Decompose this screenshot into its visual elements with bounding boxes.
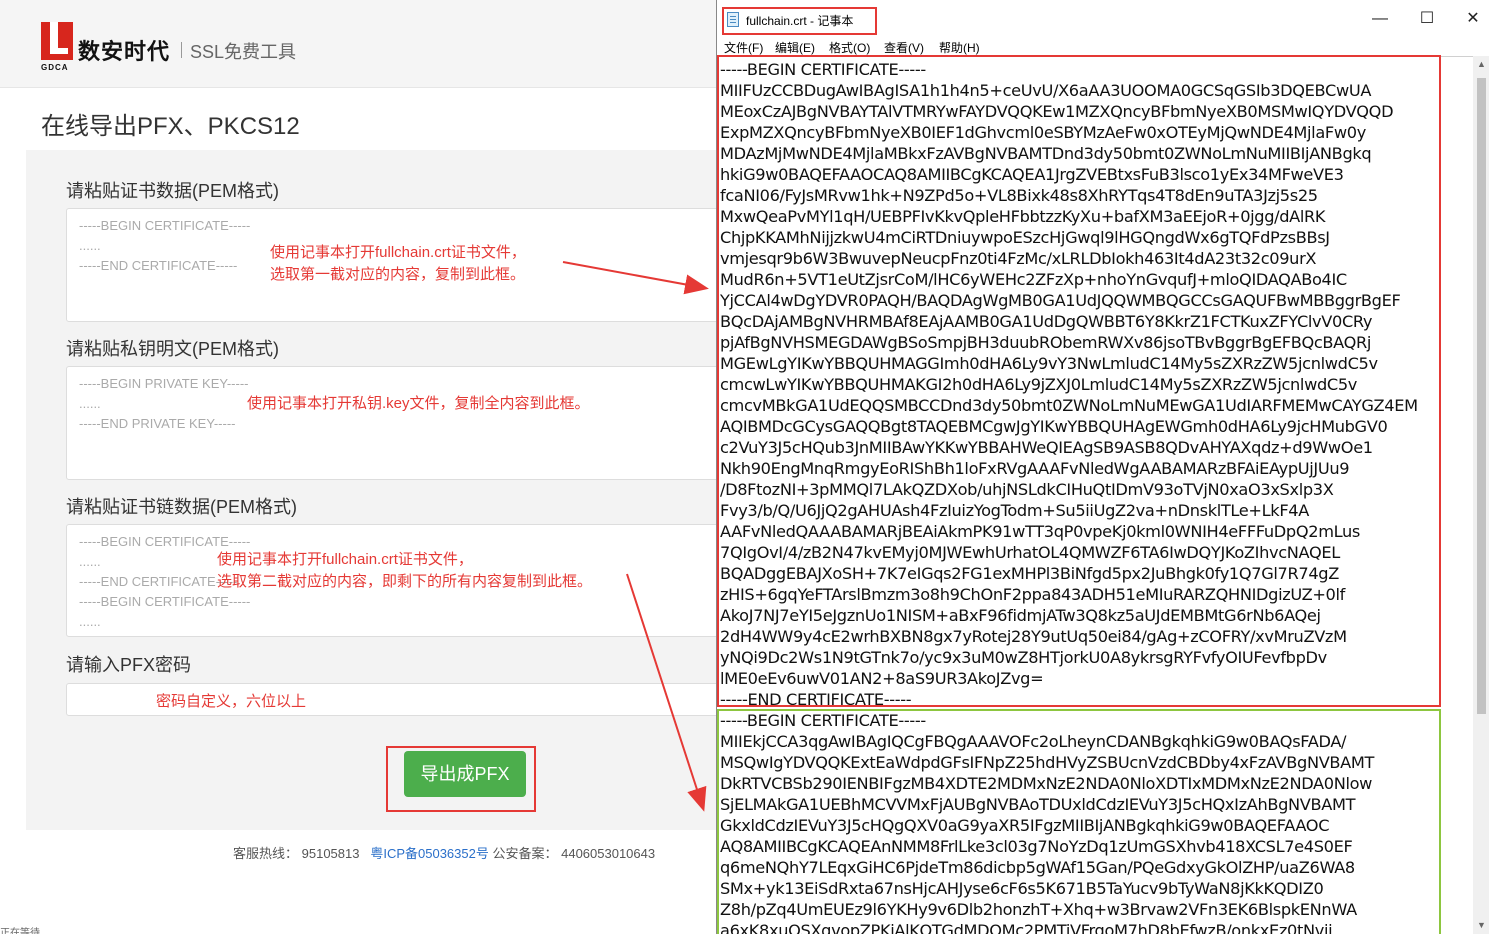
chain-placeholder-line: ...... [79,554,101,569]
chain-placeholder-line: -----BEGIN CERTIFICATE----- [79,594,251,609]
menu-edit[interactable]: 编辑(E) [775,39,815,56]
key-label: 请粘贴私钥明文(PEM格式) [66,339,279,359]
first-cert-highlight-frame [717,55,1441,707]
chain-label: 请粘贴证书链数据(PEM格式) [66,497,297,517]
chain-note-line: 选取第二截对应的内容，即剩下的所有内容复制到此框。 [217,573,593,590]
key-note: 使用记事本打开私钥.key文件，复制全内容到此框。 [247,395,590,412]
hotline-label: 客服热线： [233,846,299,861]
menu-file[interactable]: 文件(F) [724,39,763,56]
title-highlight-frame [722,7,877,35]
chain-note-line: 使用记事本打开fullchain.crt证书文件， [217,551,473,568]
key-placeholder-line: -----END PRIVATE KEY----- [79,416,236,431]
psb-label: 公安备案： [492,846,558,861]
export-pfx-button[interactable]: 导出成PFX [404,751,526,797]
cert-placeholder-line: -----BEGIN CERTIFICATE----- [79,218,251,233]
minimize-icon[interactable]: — [1365,8,1395,30]
scrollbar-thumb[interactable] [1477,78,1486,714]
chain-cert-highlight-frame [717,709,1441,934]
site-header: 数安时代 GDCA SSL免费工具 [0,0,720,88]
notepad-menubar: 文件(F) 编辑(E) 格式(O) 查看(V) 帮助(H) [717,36,1489,56]
chain-placeholder-line: -----END CERTIFICATE----- [79,574,238,589]
menu-format[interactable]: 格式(O) [829,39,870,56]
psb-number: 4406053010643 [561,846,656,861]
notepad-vertical-scrollbar[interactable]: ▲ ▼ [1473,56,1489,934]
page-title: 在线导出PFX、PKCS12 [41,113,300,140]
browser-status-text: 正在等待… [0,928,50,934]
hotline-number: 95105813 [301,846,360,861]
maximize-icon[interactable]: ☐ [1412,8,1442,30]
cert-note-line: 选取第一截对应的内容，复制到此框。 [270,266,526,283]
pwd-label: 请输入PFX密码 [66,655,192,675]
scroll-up-arrow-icon[interactable]: ▲ [1477,59,1486,69]
site-footer: 客服热线： 95105813 粤ICP备05036352号 公安备案： 4406… [233,843,655,862]
logo-text[interactable]: 数安时代 [78,34,170,66]
notepad-window: fullchain.crt - 记事本 — ☐ ✕ 文件(F) 编辑(E) 格式… [716,0,1489,934]
cert-note: 使用记事本打开fullchain.crt证书文件， 选取第一截对应的内容，复制到… [270,242,526,286]
menu-help[interactable]: 帮助(H) [939,39,980,56]
logo-subtext: GDCA [41,63,69,72]
header-divider [181,42,182,58]
pwd-note: 密码自定义，六位以上 [156,693,307,710]
close-icon[interactable]: ✕ [1458,8,1488,30]
tool-label[interactable]: SSL免费工具 [190,38,296,64]
cert-label: 请粘贴证书数据(PEM格式) [66,181,279,201]
cert-placeholder-line: -----END CERTIFICATE----- [79,258,238,273]
key-placeholder-line: -----BEGIN PRIVATE KEY----- [79,376,249,391]
key-placeholder-line: ...... [79,396,101,411]
chain-placeholder-line: -----BEGIN CERTIFICATE----- [79,534,251,549]
chain-note: 使用记事本打开fullchain.crt证书文件， 选取第二截对应的内容，即剩下… [217,549,592,593]
cert-note-line: 使用记事本打开fullchain.crt证书文件， [270,244,526,261]
icp-link[interactable]: 粤ICP备05036352号 [370,846,489,861]
cert-placeholder-line: ...... [79,238,101,253]
notepad-titlebar[interactable]: fullchain.crt - 记事本 — ☐ ✕ [717,0,1489,36]
scroll-down-arrow-icon[interactable]: ▼ [1477,920,1486,930]
key-textarea[interactable]: -----BEGIN PRIVATE KEY----- ...... -----… [66,366,726,480]
menu-view[interactable]: 查看(V) [884,39,924,56]
gdca-logo-icon[interactable] [41,22,73,60]
chain-placeholder-line: ...... [79,614,101,629]
